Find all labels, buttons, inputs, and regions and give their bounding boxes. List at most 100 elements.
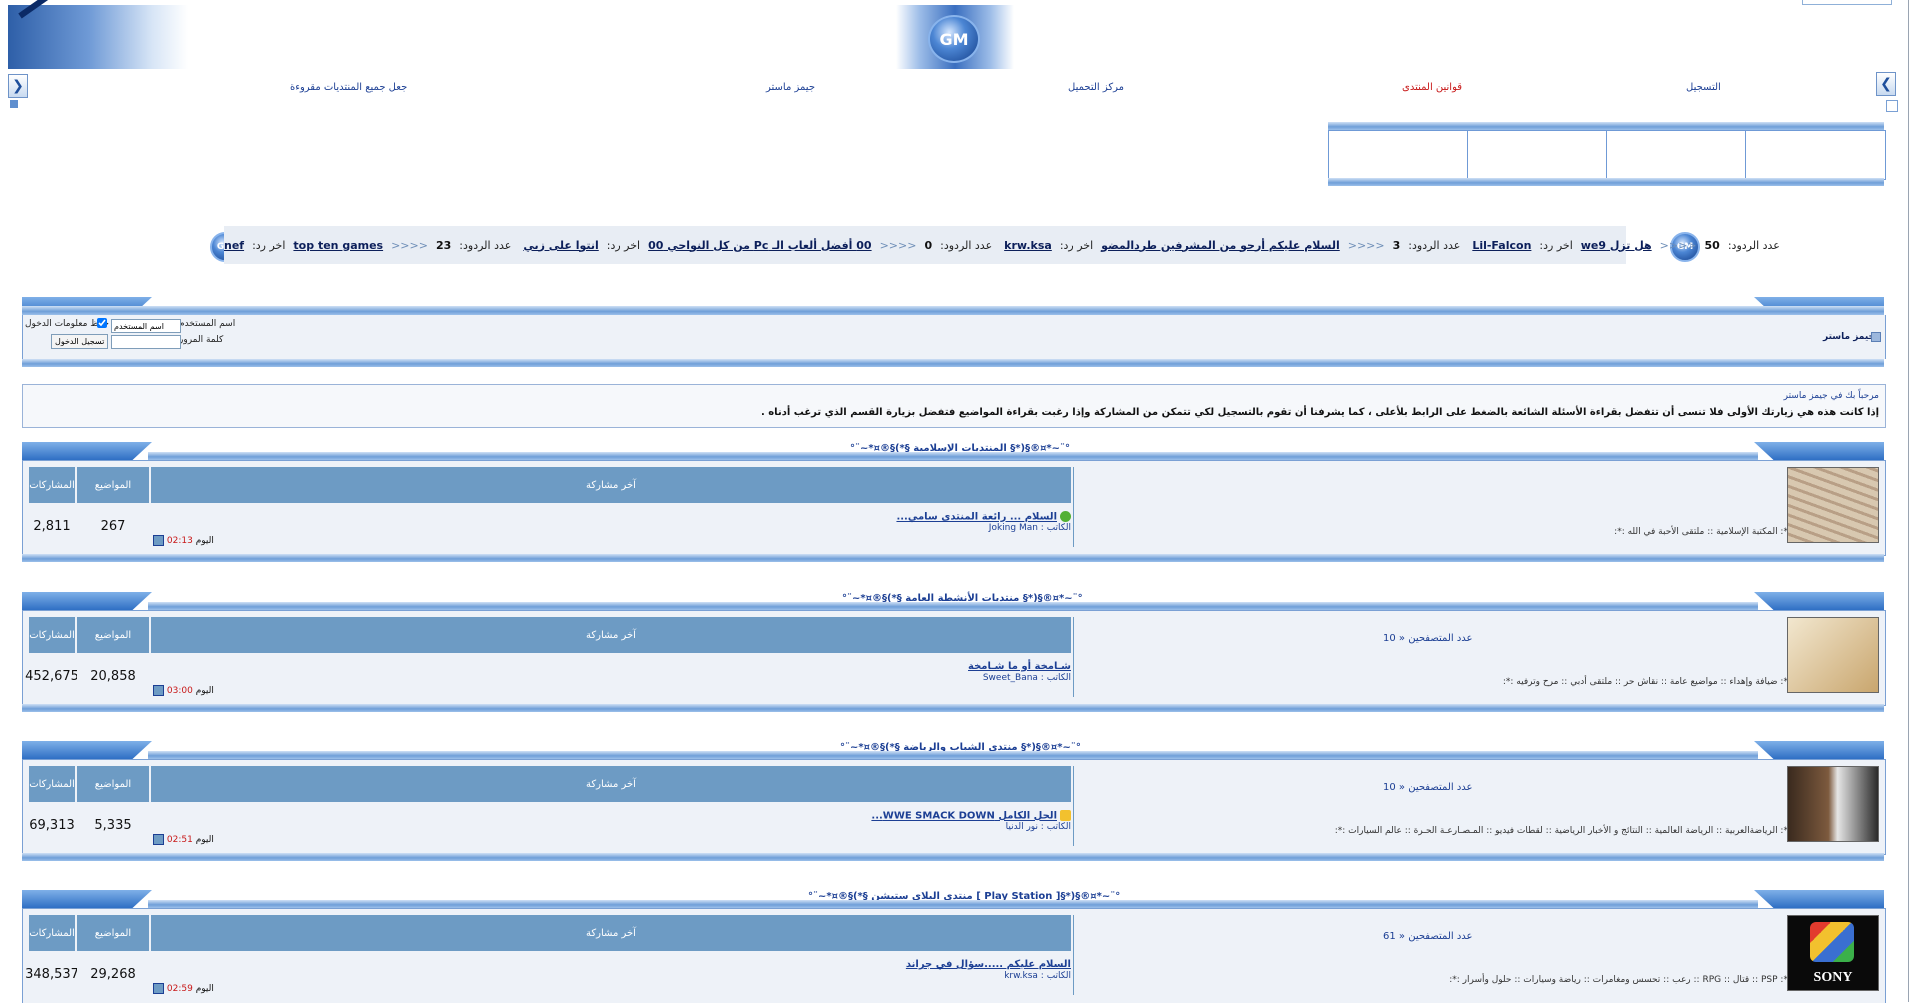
site-name[interactable]: جيمز ماستر <box>1823 332 1875 342</box>
cat2-bar <box>148 602 1758 610</box>
password-input[interactable] <box>111 335 181 349</box>
last-post-writer[interactable]: الكاتب : krw.ksa <box>1004 971 1071 981</box>
info-grid <box>1328 130 1886 180</box>
last-post-cell: السلام عليكم .....سؤال في جراند الكاتب :… <box>151 953 1071 995</box>
smile-icon <box>1060 511 1071 522</box>
threads-header: المواضيع <box>77 766 149 802</box>
login-button[interactable]: تسجيل الدخول <box>51 334 109 349</box>
ticker-thread-link[interactable]: 00 أفضل ألعاب الـ Pc من كل النواحي 00 <box>648 239 871 252</box>
forum-row: المشاركات المواضيع آخر مشاركة 348,537 29… <box>22 908 1886 1003</box>
ticker-user-link[interactable]: Lil-Falcon <box>1472 239 1531 252</box>
last-post-title[interactable]: شـامخة أو ما شـامخة <box>968 661 1071 672</box>
go-to-post-icon[interactable] <box>153 983 164 994</box>
threads-header: المواضيع <box>77 467 149 503</box>
nav-games-master[interactable]: جيمز ماستر <box>766 82 815 93</box>
forum-thumbnail-paper[interactable] <box>1787 617 1879 693</box>
viewers-count: عدد المتصفحين « 61 <box>1383 931 1473 942</box>
last-post-writer[interactable]: الكاتب : Joking Man <box>989 523 1071 533</box>
ticker-item: عدد الردود: 0 <<<< 00 أفضل ألعاب الـ Pc م… <box>523 238 993 252</box>
forum-thumbnail-playstation[interactable]: SONY <box>1787 915 1879 991</box>
cat3-tab-right <box>1754 741 1884 759</box>
subforums[interactable]: :*: ضيافة وإهداء :: مواضيع عامة :: نقاش … <box>1503 677 1791 687</box>
posts-count: 69,313 <box>29 804 75 846</box>
go-to-post-icon[interactable] <box>153 834 164 845</box>
last-post-header: آخر مشاركة <box>151 915 1071 951</box>
last-post-cell: الحل الكامل WWE SMACK DOWN... الكاتب : ن… <box>151 804 1071 846</box>
last-post-header: آخر مشاركة <box>151 617 1071 653</box>
welcome-message: إذا كانت هذه هي زيارتك الأولى فلا تنسى أ… <box>761 407 1879 418</box>
threads-count: 267 <box>77 505 149 547</box>
nav-register[interactable]: التسجيل <box>1686 82 1721 93</box>
site-logo[interactable]: GM <box>896 5 1014 69</box>
column-divider <box>1073 766 1074 846</box>
threads-count: 5,335 <box>77 804 149 846</box>
cat2-bottom-bar <box>22 704 1884 712</box>
latest-threads-ticker: عدد الردود: 50 <<<< هل تزل we9 اخر رد: Li… <box>224 226 1780 264</box>
last-post-title[interactable]: السلام ... رائعة المنتدى سامي... <box>896 511 1071 523</box>
posts-count: 2,811 <box>29 505 75 547</box>
top-right-box <box>1802 0 1892 5</box>
cat4-tab-left <box>22 890 152 908</box>
posts-header: المشاركات <box>29 617 75 653</box>
last-post-header: آخر مشاركة <box>151 766 1071 802</box>
cat4-bar <box>148 900 1758 908</box>
ticker-user-link[interactable]: krw.ksa <box>1004 239 1052 252</box>
sony-logo-text: SONY <box>1813 970 1853 985</box>
column-divider <box>1073 915 1074 995</box>
go-to-post-icon[interactable] <box>153 685 164 696</box>
ticker-user-link[interactable]: انتوا على زبي <box>523 239 598 252</box>
password-label: كلمة المرور <box>179 335 224 345</box>
posts-header: المشاركات <box>29 915 75 951</box>
nav-upload-center[interactable]: مركز التحميل <box>1068 82 1124 93</box>
last-post-time: اليوم 02:59 <box>151 983 214 994</box>
last-post-title[interactable]: الحل الكامل WWE SMACK DOWN... <box>871 810 1071 822</box>
cat3-bottom-bar <box>22 853 1884 861</box>
nav-right-arrow-icon[interactable]: ❮ <box>1876 72 1896 96</box>
nav-mark-read[interactable]: جعل جميع المنتديات مقروءة <box>290 82 407 93</box>
header-banner-left <box>8 0 188 69</box>
login-bottom-bar <box>22 359 1884 367</box>
last-post-cell: شـامخة أو ما شـامخة الكاتب : Sweet_Bana … <box>151 655 1071 697</box>
forum-row: المشاركات المواضيع آخر مشاركة 452,675 20… <box>22 610 1886 706</box>
ticker-user-link[interactable]: nef <box>224 239 244 252</box>
login-top-bar <box>22 306 1884 315</box>
forum-thumbnail-sport[interactable] <box>1787 766 1879 842</box>
cat1-bottom-bar <box>22 554 1884 562</box>
last-post-title[interactable]: السلام عليكم .....سؤال في جراند <box>906 959 1071 970</box>
last-post-writer[interactable]: الكاتب : نور الدنيا <box>1006 822 1071 832</box>
ticker-thread-link[interactable]: top ten games <box>293 239 383 252</box>
last-post-header: آخر مشاركة <box>151 467 1071 503</box>
welcome-title: مرحباً بك في جيمز ماستر <box>1783 391 1879 401</box>
forum-row: المشاركات المواضيع آخر مشاركة 69,313 5,3… <box>22 759 1886 855</box>
pen-icon <box>18 0 80 19</box>
subforums[interactable]: :*: الرياضةالعربية :: الرياضة العالمية :… <box>1335 826 1791 836</box>
column-divider <box>1073 617 1074 697</box>
remember-checkbox[interactable] <box>97 318 107 328</box>
info-grid-bottom-bar <box>1328 178 1884 186</box>
cat4-tab-right <box>1754 890 1884 908</box>
username-input[interactable] <box>111 319 181 333</box>
cat2-tab-left <box>22 592 152 610</box>
scrollbar-track[interactable] <box>1908 0 1909 1002</box>
posts-header: المشاركات <box>29 467 75 503</box>
ticker-thread-link[interactable]: السلام عليكم أرجو من المشرفين طردالمضو <box>1101 239 1340 252</box>
nav-rules[interactable]: قوانين المنتدى <box>1402 82 1462 93</box>
ticker-thread-link[interactable]: هل تزل we9 <box>1581 239 1652 252</box>
last-post-time: اليوم 02:51 <box>151 834 214 845</box>
threads-count: 29,268 <box>77 953 149 995</box>
go-to-post-icon[interactable] <box>153 535 164 546</box>
nav-left-arrow-icon[interactable]: ❯ <box>8 74 28 98</box>
login-box: جيمز ماستر اسم المستخدم كلمة المرور حفظ … <box>22 315 1886 359</box>
threads-header: المواضيع <box>77 617 149 653</box>
viewers-count: عدد المتصفحين « 10 <box>1383 633 1473 644</box>
corner-marker-left <box>10 100 18 108</box>
last-post-writer[interactable]: الكاتب : Sweet_Bana <box>983 673 1071 683</box>
subforums[interactable]: :*: PSP :: قتال :: RPG :: رعب :: تحسس وم… <box>1449 975 1791 985</box>
forum-thumbnail-quran[interactable] <box>1787 467 1879 543</box>
column-divider <box>1073 467 1074 547</box>
last-post-time: اليوم 02:13 <box>151 535 214 546</box>
cat3-tab-left <box>22 741 152 759</box>
cat2-tab-right <box>1754 592 1884 610</box>
posts-count: 348,537 <box>25 953 79 995</box>
subforums[interactable]: :*: المكتبة الإسلامية :: ملتقى الأحبة في… <box>1614 527 1791 537</box>
